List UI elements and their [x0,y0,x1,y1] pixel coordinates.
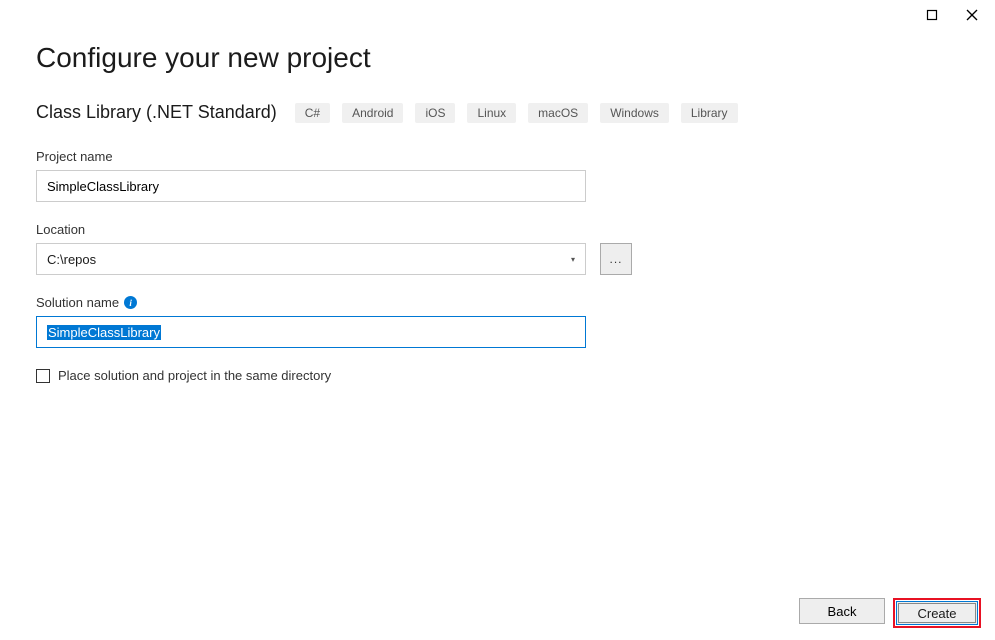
browse-button[interactable]: ... [600,243,632,275]
close-icon [966,9,978,21]
maximize-button[interactable] [923,6,941,24]
tag-android: Android [342,103,403,123]
back-button[interactable]: Back [799,598,885,624]
same-directory-label: Place solution and project in the same d… [58,368,331,383]
location-value: C:\repos [47,252,96,267]
create-button-label: Create [898,603,976,623]
tag-linux: Linux [467,103,516,123]
template-name: Class Library (.NET Standard) [36,102,277,123]
project-name-input[interactable] [36,170,586,202]
create-button-highlight: Create [893,598,981,628]
solution-name-input[interactable]: SimpleClassLibrary [36,316,586,348]
close-button[interactable] [963,6,981,24]
chevron-down-icon: ▾ [571,255,575,264]
create-button[interactable]: Create [896,601,978,625]
location-label: Location [36,222,959,237]
solution-name-label: Solution name [36,295,119,310]
template-row: Class Library (.NET Standard) C# Android… [36,102,959,123]
info-icon[interactable]: i [124,296,137,309]
tag-windows: Windows [600,103,669,123]
tag-csharp: C# [295,103,330,123]
tag-ios: iOS [415,103,455,123]
page-title: Configure your new project [36,42,959,74]
same-directory-checkbox[interactable] [36,369,50,383]
location-input[interactable]: C:\repos ▾ [36,243,586,275]
tag-library: Library [681,103,738,123]
solution-name-value: SimpleClassLibrary [47,325,161,340]
tag-macos: macOS [528,103,588,123]
maximize-icon [926,9,938,21]
project-name-label: Project name [36,149,959,164]
